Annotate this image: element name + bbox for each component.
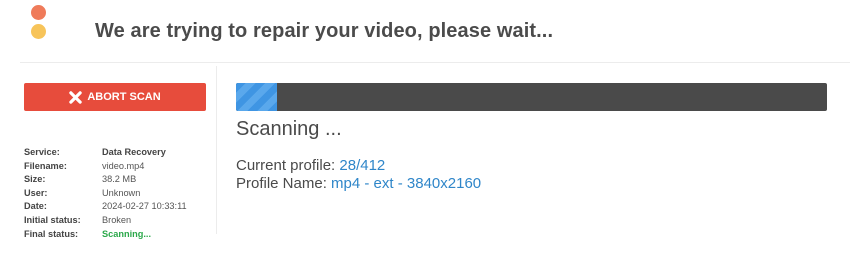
status-badge: Scanning... (102, 228, 152, 239)
scan-progress-fill (236, 83, 278, 111)
info-row-date: Date: 2024-02-27 10:33:11 (24, 200, 187, 214)
info-key: Date: (24, 201, 47, 212)
info-key: Filename: (24, 160, 67, 171)
info-value: video.mp4 (102, 160, 145, 171)
info-key: Final status: (24, 228, 79, 239)
info-row-service: Service: Data Recovery (24, 146, 187, 160)
info-key: Service: (24, 147, 60, 157)
header-divider (20, 62, 850, 63)
info-value: Unknown (102, 187, 141, 198)
sidebar-divider (216, 66, 217, 234)
profile-name-label: Profile Name: (236, 175, 327, 192)
info-value: 2024-02-27 10:33:11 (102, 201, 187, 212)
info-row-size: Size: 38.2 MB (24, 173, 187, 187)
info-row-filename: Filename: video.mp4 (24, 160, 187, 174)
info-value: 38.2 MB (102, 174, 137, 185)
info-value: Data Recovery (102, 147, 166, 157)
close-icon (69, 90, 83, 104)
abort-scan-label: ABORT SCAN (87, 91, 161, 103)
logo-dot-orange (31, 5, 46, 20)
profile-name-line: Profile Name: mp4 - ext - 3840x2160 (236, 175, 481, 193)
info-key: Initial status: (24, 214, 81, 225)
info-value: Broken (102, 214, 132, 225)
abort-scan-button[interactable]: ABORT SCAN (24, 83, 206, 111)
header: We are trying to repair your video, plea… (0, 0, 850, 62)
info-key: Size: (24, 174, 46, 185)
current-profile-label: Current profile: (236, 157, 336, 174)
logo-dot-yellow (31, 24, 46, 39)
current-profile-line: Current profile: 28/412 (236, 157, 481, 175)
page-title: We are trying to repair your video, plea… (95, 20, 554, 42)
scan-progress-bar (236, 83, 827, 111)
current-profile-value: 28/412 (339, 157, 386, 174)
profile-name-value: mp4 - ext - 3840x2160 (331, 175, 482, 192)
info-row-initial-status: Initial status: Broken (24, 214, 187, 228)
info-key: User: (24, 187, 48, 198)
profile-info: Current profile: 28/412 Profile Name: mp… (236, 157, 481, 193)
info-row-user: User: Unknown (24, 187, 187, 201)
info-row-final-status: Final status: Scanning... (24, 228, 187, 242)
scan-status-text: Scanning ... (236, 118, 342, 140)
file-info-list: Service: Data Recovery Filename: video.m… (24, 146, 187, 241)
logo-icon (31, 5, 49, 41)
